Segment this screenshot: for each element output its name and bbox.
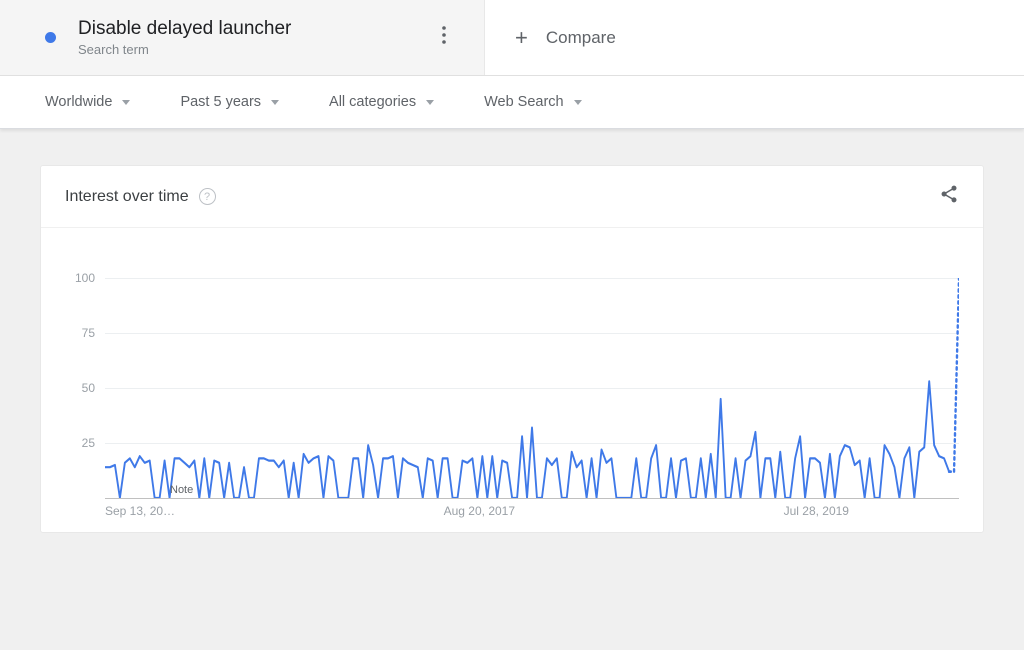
filter-time-label: Past 5 years (180, 94, 261, 110)
x-tick: Sep 13, 20… (105, 504, 175, 518)
line-chart-svg (105, 278, 959, 498)
more-options-icon[interactable] (434, 18, 454, 57)
x-tick: Jul 28, 2019 (784, 504, 849, 518)
y-tick: 25 (65, 436, 95, 450)
chart-note: Note (170, 484, 193, 496)
chart-title: Interest over time (65, 188, 189, 206)
x-axis-labels: Sep 13, 20… Aug 20, 2017 Jul 28, 2019 (105, 504, 959, 518)
chart-plot-area: 100 75 50 25 Note (105, 278, 959, 498)
filter-region[interactable]: Worldwide (45, 94, 130, 110)
chevron-down-icon (574, 100, 582, 105)
filter-time[interactable]: Past 5 years (180, 94, 279, 110)
search-term-card[interactable]: Disable delayed launcher Search term (0, 0, 485, 75)
y-tick: 100 (65, 271, 95, 285)
filters-bar: Worldwide Past 5 years All categories We… (0, 76, 1024, 129)
x-tick: Aug 20, 2017 (444, 504, 515, 518)
filter-search-type-label: Web Search (484, 94, 564, 110)
filter-category[interactable]: All categories (329, 94, 434, 110)
interest-chart-card: Interest over time ? 100 75 50 25 Note S… (40, 165, 984, 533)
share-icon[interactable] (939, 184, 959, 209)
y-tick: 75 (65, 326, 95, 340)
chevron-down-icon (122, 100, 130, 105)
compare-button[interactable]: + Compare (485, 0, 1024, 75)
plus-icon: + (515, 25, 528, 51)
filter-category-label: All categories (329, 94, 416, 110)
term-subtitle: Search term (78, 42, 434, 57)
series-color-dot (45, 32, 56, 43)
filter-region-label: Worldwide (45, 94, 112, 110)
term-title: Disable delayed launcher (78, 18, 434, 40)
chevron-down-icon (271, 100, 279, 105)
help-icon[interactable]: ? (199, 188, 216, 205)
filter-search-type[interactable]: Web Search (484, 94, 582, 110)
chevron-down-icon (426, 100, 434, 105)
y-tick: 50 (65, 381, 95, 395)
compare-label: Compare (546, 28, 616, 48)
